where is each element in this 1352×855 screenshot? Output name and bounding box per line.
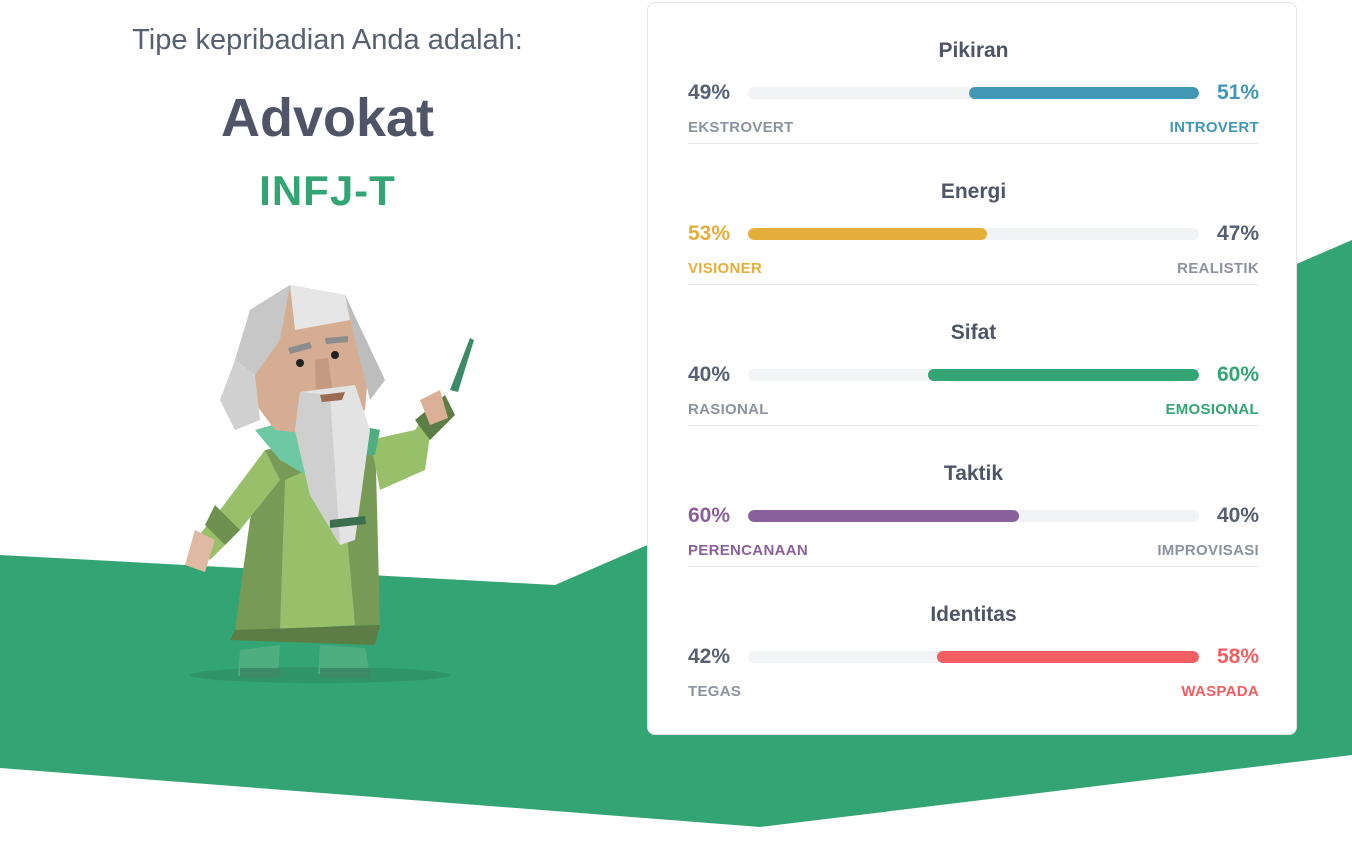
trait-right-percent: 51% <box>1216 81 1259 104</box>
trait-left-percent: 40% <box>688 363 731 386</box>
trait-title: Pikiran <box>938 39 1009 62</box>
trait-right-label: REALISTIK <box>1177 260 1259 277</box>
trait-title: Sifat <box>950 321 997 344</box>
trait-bar-track <box>748 87 1199 99</box>
trait-taktik: Taktik 60% 40% PERENCANAAN IMPROVISASI <box>688 426 1259 567</box>
trait-right-label: INTROVERT <box>1169 119 1259 136</box>
personality-type-code: INFJ-T <box>259 167 396 214</box>
trait-left-label: TEGAS <box>688 683 742 700</box>
result-summary: Tipe kepribadian Anda adalah: Advokat IN… <box>60 0 595 215</box>
trait-left-percent: 42% <box>688 645 731 668</box>
trait-right-percent: 58% <box>1216 645 1259 668</box>
trait-title: Taktik <box>943 462 1004 485</box>
trait-right-percent: 60% <box>1216 363 1259 386</box>
trait-energi: Energi 53% 47% VISIONER REALISTIK <box>688 144 1259 285</box>
trait-pikiran: Pikiran 49% 51% EKSTROVERT INTROVERT <box>688 3 1259 144</box>
trait-bar-track <box>748 369 1199 381</box>
trait-right-percent: 47% <box>1216 222 1259 245</box>
trait-bar-fill <box>928 369 1199 381</box>
trait-bar-track <box>748 228 1199 240</box>
result-intro: Tipe kepribadian Anda adalah: <box>132 24 523 56</box>
trait-right-label: IMPROVISASI <box>1157 542 1259 559</box>
trait-left-label: PERENCANAAN <box>688 542 808 559</box>
traits-card: Pikiran 49% 51% EKSTROVERT INTROVERT Ene… <box>647 2 1297 735</box>
trait-right-percent: 40% <box>1216 504 1259 527</box>
trait-title: Energi <box>940 180 1007 203</box>
trait-right-label: EMOSIONAL <box>1165 401 1259 418</box>
personality-type-name: Advokat <box>220 88 435 148</box>
trait-identitas: Identitas 42% 58% TEGAS WASPADA <box>688 567 1259 708</box>
advocate-avatar-illustration <box>185 285 474 683</box>
trait-left-percent: 60% <box>688 504 731 527</box>
trait-sifat: Sifat 40% 60% RASIONAL EMOSIONAL <box>688 285 1259 426</box>
trait-bar-fill <box>969 87 1199 99</box>
trait-bar-fill <box>748 510 1019 522</box>
trait-right-label: WASPADA <box>1181 683 1259 700</box>
trait-bar-fill <box>748 228 988 240</box>
trait-bar-fill <box>937 651 1199 663</box>
trait-left-label: RASIONAL <box>688 401 769 418</box>
trait-bar-track <box>748 651 1199 663</box>
trait-title: Identitas <box>930 603 1017 626</box>
results-page: Tipe kepribadian Anda adalah: Advokat IN… <box>0 0 1352 855</box>
trait-left-percent: 49% <box>688 81 731 104</box>
trait-bar-track <box>748 510 1199 522</box>
trait-left-percent: 53% <box>688 222 731 245</box>
trait-left-label: EKSTROVERT <box>688 119 794 136</box>
trait-left-label: VISIONER <box>688 260 763 277</box>
